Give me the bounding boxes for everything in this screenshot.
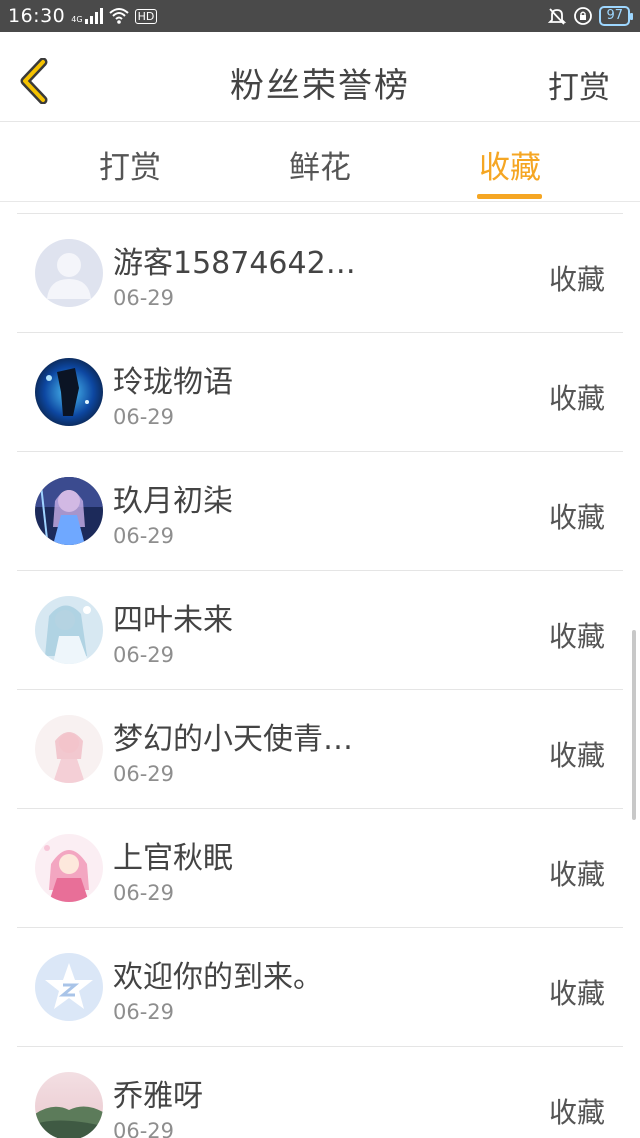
avatar-image-icon	[35, 715, 103, 783]
qq-star-icon	[35, 953, 103, 1021]
list-item[interactable]: 四叶未来 06-29 收藏	[17, 571, 623, 690]
avatar	[35, 953, 103, 1021]
status-left: 16:30 4G HD	[8, 5, 158, 27]
avatar-image-icon	[35, 596, 103, 664]
list-item[interactable]: 玖月初柒 06-29 收藏	[17, 452, 623, 571]
user-name: 梦幻的小天使青…	[113, 722, 353, 757]
item-action: 收藏	[548, 739, 605, 772]
list-item[interactable]: 乔雅呀 06-29 收藏	[17, 1047, 623, 1138]
fan-list: 游客15874642… 06-29 收藏 玲珑物语 06-29 收藏 玖月初柒 …	[17, 213, 623, 1138]
user-name: 玲珑物语	[113, 365, 233, 400]
avatar-image-icon	[35, 1072, 103, 1138]
avatar	[35, 715, 103, 783]
avatar	[35, 239, 103, 307]
avatar-image-icon	[35, 477, 103, 545]
user-name: 四叶未来	[113, 603, 233, 638]
avatar	[35, 477, 103, 545]
tab-flowers[interactable]: 鲜花	[260, 142, 380, 187]
item-date: 06-29	[113, 1119, 175, 1138]
item-date: 06-29	[113, 286, 175, 310]
battery-level: 97	[606, 8, 623, 23]
list-item[interactable]: 玲珑物语 06-29 收藏	[17, 333, 623, 452]
avatar	[35, 1072, 103, 1138]
network-type: 4G	[71, 15, 83, 24]
user-name: 欢迎你的到来。	[113, 960, 323, 995]
signal-bars-icon	[84, 8, 103, 24]
item-action: 收藏	[548, 858, 605, 891]
list-item[interactable]: 游客15874642… 06-29 收藏	[17, 214, 623, 333]
user-name: 游客15874642…	[113, 246, 356, 281]
signal-icon: 4G	[71, 8, 103, 24]
item-date: 06-29	[113, 1000, 175, 1024]
avatar	[35, 834, 103, 902]
avatar	[35, 358, 103, 426]
wifi-icon	[108, 8, 129, 24]
avatar-image-icon	[35, 834, 103, 902]
battery-icon: 97	[599, 6, 633, 26]
status-time: 16:30	[8, 5, 66, 27]
app-screen: 16:30 4G HD 97 粉丝荣誉榜 打赏 打赏 鲜花 收藏 游客15874…	[0, 0, 640, 1138]
user-name: 玖月初柒	[113, 484, 233, 519]
item-date: 06-29	[113, 762, 175, 786]
avatar	[35, 596, 103, 664]
item-action: 收藏	[548, 620, 605, 653]
tab-bar: 打赏 鲜花 收藏	[0, 122, 640, 202]
item-action: 收藏	[548, 263, 605, 296]
item-date: 06-29	[113, 524, 175, 548]
title-bar: 粉丝荣誉榜 打赏	[0, 32, 640, 122]
page-title: 粉丝荣誉榜	[230, 66, 410, 106]
scrollbar[interactable]	[632, 630, 636, 820]
list-item[interactable]: 上官秋眠 06-29 收藏	[17, 809, 623, 928]
user-name: 上官秋眠	[113, 841, 233, 876]
active-tab-indicator	[477, 194, 542, 199]
list-item[interactable]: 梦幻的小天使青… 06-29 收藏	[17, 690, 623, 809]
reward-button[interactable]: 打赏	[548, 62, 610, 107]
bell-muted-icon	[548, 8, 567, 25]
item-action: 收藏	[548, 501, 605, 534]
list-item[interactable]: 欢迎你的到来。 06-29 收藏	[17, 928, 623, 1047]
avatar-image-icon	[35, 358, 103, 426]
item-action: 收藏	[548, 382, 605, 415]
item-date: 06-29	[113, 643, 175, 667]
item-date: 06-29	[113, 881, 175, 905]
status-bar: 16:30 4G HD 97	[0, 0, 640, 32]
tab-favorites[interactable]: 收藏	[450, 142, 570, 187]
item-action: 收藏	[548, 1096, 605, 1129]
tab-reward[interactable]: 打赏	[70, 142, 190, 187]
hd-icon: HD	[134, 8, 158, 24]
item-date: 06-29	[113, 405, 175, 429]
item-action: 收藏	[548, 977, 605, 1010]
user-name: 乔雅呀	[113, 1079, 203, 1114]
status-right: 97	[547, 6, 633, 26]
default-user-icon	[35, 239, 103, 307]
lock-rotation-icon	[574, 7, 593, 25]
